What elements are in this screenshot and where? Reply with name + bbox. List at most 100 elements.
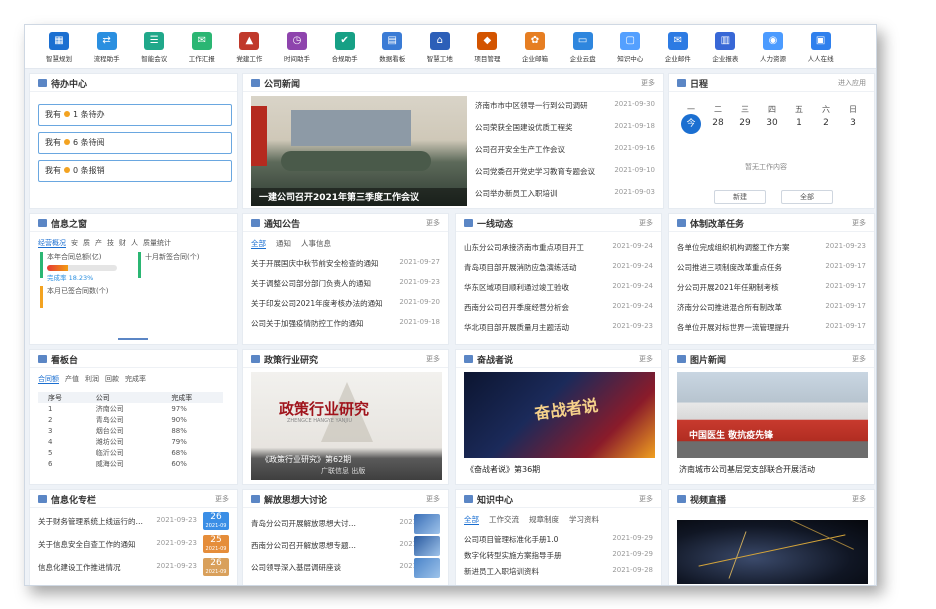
tab[interactable]: 通知 xyxy=(276,239,291,248)
tab[interactable]: 全部 xyxy=(464,515,479,525)
app-launcher-item[interactable]: ✿ 企业邮箱 xyxy=(515,32,555,63)
list-item[interactable]: 数字化转型实施方案指导手册 2021-09-29 xyxy=(464,550,653,562)
enter-app-link[interactable]: 进入应用 xyxy=(838,78,866,88)
list-item[interactable]: 华东区域项目顺利通过竣工验收 2021-09-24 xyxy=(464,282,653,294)
list-item[interactable]: 各单位开展对标世界一流管理提升 2021-09-17 xyxy=(677,322,866,334)
day-cell[interactable]: 3 xyxy=(843,118,863,128)
list-item[interactable]: 公司党委召开党史学习教育专题会议 2021-09-10 xyxy=(475,166,655,178)
table-row[interactable]: 1 济南公司 97% xyxy=(38,403,223,414)
list-item[interactable]: 关于开展国庆中秋节前安全检查的通知 2021-09-27 xyxy=(251,258,440,270)
list-item[interactable]: 西南分公司召开解放思想专题研讨会2021-09-01 xyxy=(251,540,440,552)
list-item[interactable]: 青岛项目部开展消防应急演练活动 2021-09-24 xyxy=(464,262,653,274)
thumbnail-image[interactable] xyxy=(414,514,440,534)
list-item[interactable]: 济南分公司推进混合所有制改革 2021-09-17 xyxy=(677,302,866,314)
app-launcher-item[interactable]: ✔ 合规助手 xyxy=(325,32,365,63)
day-cell[interactable]: 30 xyxy=(762,118,782,128)
app-launcher-item[interactable]: ✉ 工作汇报 xyxy=(182,32,222,63)
tab[interactable]: 全部 xyxy=(251,239,266,249)
more-link[interactable]: 更多 xyxy=(852,218,866,228)
table-row[interactable]: 2 青岛公司 90% xyxy=(38,414,223,425)
list-item[interactable]: 山东分公司承接济南市重点项目开工 2021-09-24 xyxy=(464,242,653,254)
policy-banner[interactable]: 政策行业研究 ZHENGCE HANGYE YANJIU 《政策行业研究》第62… xyxy=(251,372,442,480)
tab[interactable]: 产值 xyxy=(65,375,79,383)
table-row[interactable]: 5 临沂公司 68% xyxy=(38,447,223,458)
day-cell[interactable]: 2 xyxy=(816,118,836,128)
tab[interactable]: 工作交流 xyxy=(489,515,519,524)
app-launcher-item[interactable]: ▭ 企业云盘 xyxy=(563,32,603,63)
photo-news-caption[interactable]: 济南城市公司基层党支部联合开展活动 xyxy=(679,464,815,475)
news-photo[interactable]: 一建公司召开2021年第三季度工作会议 xyxy=(251,96,467,206)
thumbnail-image[interactable] xyxy=(414,536,440,556)
list-item[interactable]: 新进员工入职培训资料 2021-09-28 xyxy=(464,566,653,578)
app-launcher-item[interactable]: ▲ 党建工作 xyxy=(229,32,269,63)
table-row[interactable]: 6 威海公司 60% xyxy=(38,458,223,469)
list-item[interactable]: 青岛分公司开展解放思想大讨论活动2021-09-01 xyxy=(251,518,440,530)
list-item[interactable]: 公司关于加强疫情防控工作的通知 2021-09-18 xyxy=(251,318,440,330)
todo-item-pending[interactable]: 我有 1 条待办 xyxy=(38,104,232,126)
tab[interactable]: 安 xyxy=(71,239,78,247)
all-events-button[interactable]: 全部 xyxy=(781,190,833,204)
table-row[interactable]: 4 潍坊公司 79% xyxy=(38,436,223,447)
photo-news-image[interactable]: 中国医生 敬抗疫先锋 xyxy=(677,372,868,458)
tab[interactable]: 利润 xyxy=(85,375,99,383)
table-row[interactable]: 3 烟台公司 88% xyxy=(38,425,223,436)
fighter-banner[interactable]: 奋战者说 xyxy=(464,372,655,458)
app-launcher-item[interactable]: ◷ 时间助手 xyxy=(277,32,317,63)
more-link[interactable]: 更多 xyxy=(641,78,655,88)
list-item[interactable]: 关于印发公司2021年度考核办法的通知 2021-09-20 xyxy=(251,298,440,310)
tab[interactable]: 质 xyxy=(83,239,90,247)
todo-item-reimburse[interactable]: 我有 0 条报销 xyxy=(38,160,232,182)
more-link[interactable]: 更多 xyxy=(426,218,440,228)
day-cell[interactable]: 1 xyxy=(789,118,809,128)
list-item[interactable]: 关于财务管理系统上线运行的通知 2021-09-23 xyxy=(38,516,197,528)
app-launcher-item[interactable]: ⇄ 流程助手 xyxy=(87,32,127,63)
day-cell[interactable]: 28 xyxy=(708,118,728,128)
tab[interactable]: 人 xyxy=(131,239,138,247)
list-item[interactable]: 公司召开安全生产工作会议 2021-09-16 xyxy=(475,144,655,156)
app-launcher-item[interactable]: ▤ 数据看板 xyxy=(372,32,412,63)
tab[interactable]: 回款 xyxy=(105,375,119,383)
today-cell[interactable]: 今 xyxy=(681,114,701,134)
app-launcher-item[interactable]: ◆ 项目管理 xyxy=(467,32,507,63)
fighter-caption[interactable]: 《奋战者说》第36期 xyxy=(466,464,540,475)
tab[interactable]: 规章制度 xyxy=(529,515,559,524)
list-item[interactable]: 华北项目部开展质量月主题活动 2021-09-23 xyxy=(464,322,653,334)
app-launcher-item[interactable]: ▢ 知识中心 xyxy=(610,32,650,63)
more-link[interactable]: 更多 xyxy=(852,494,866,504)
app-launcher-item[interactable]: ▣ 人人在线 xyxy=(801,32,841,63)
tab[interactable]: 财 xyxy=(119,239,126,247)
app-launcher-item[interactable]: ▥ 企业报表 xyxy=(705,32,745,63)
more-link[interactable]: 更多 xyxy=(215,494,229,504)
app-launcher-item[interactable]: ◉ 人力资源 xyxy=(753,32,793,63)
app-launcher-item[interactable]: ✉ 企业邮件 xyxy=(658,32,698,63)
todo-item-toread[interactable]: 我有 6 条待阅 xyxy=(38,132,232,154)
list-item[interactable]: 关于调整公司部分部门负责人的通知 2021-09-23 xyxy=(251,278,440,290)
list-item[interactable]: 公司领导深入基层调研座谈2021-09-01 xyxy=(251,562,440,574)
list-item[interactable]: 公司举办新员工入职培训 2021-09-03 xyxy=(475,188,655,200)
list-item[interactable]: 信息化建设工作推进情况 2021-09-23 xyxy=(38,562,197,574)
tab[interactable]: 技 xyxy=(107,239,114,247)
tab[interactable]: 完成率 xyxy=(125,375,146,383)
more-link[interactable]: 更多 xyxy=(852,354,866,364)
tab[interactable]: 学习资料 xyxy=(569,515,599,524)
tab[interactable]: 产 xyxy=(95,239,102,247)
more-link[interactable]: 更多 xyxy=(639,218,653,228)
app-launcher-item[interactable]: ⌂ 智慧工地 xyxy=(420,32,460,63)
more-link[interactable]: 更多 xyxy=(639,494,653,504)
list-item[interactable]: 西南分公司召开季度经营分析会 2021-09-24 xyxy=(464,302,653,314)
tab[interactable]: 经营概况 xyxy=(38,239,66,248)
more-link[interactable]: 更多 xyxy=(426,354,440,364)
list-item[interactable]: 公司推进三项制度改革重点任务 2021-09-17 xyxy=(677,262,866,274)
app-launcher-item[interactable]: ☰ 智能会议 xyxy=(134,32,174,63)
more-link[interactable]: 更多 xyxy=(639,354,653,364)
new-event-button[interactable]: 新建 xyxy=(714,190,766,204)
list-item[interactable]: 关于信息安全自查工作的通知 2021-09-23 xyxy=(38,539,197,551)
day-cell[interactable]: 29 xyxy=(735,118,755,128)
list-item[interactable]: 公司项目管理标准化手册1.0 2021-09-29 xyxy=(464,534,653,546)
tab[interactable]: 合同额 xyxy=(38,375,59,384)
tab[interactable]: 质量统计 xyxy=(143,239,171,247)
more-link[interactable]: 更多 xyxy=(426,494,440,504)
live-video[interactable] xyxy=(677,520,868,584)
app-launcher-item[interactable]: ▦ 智慧规划 xyxy=(39,32,79,63)
list-item[interactable]: 济南市市中区领导一行到公司调研 2021-09-30 xyxy=(475,100,655,112)
